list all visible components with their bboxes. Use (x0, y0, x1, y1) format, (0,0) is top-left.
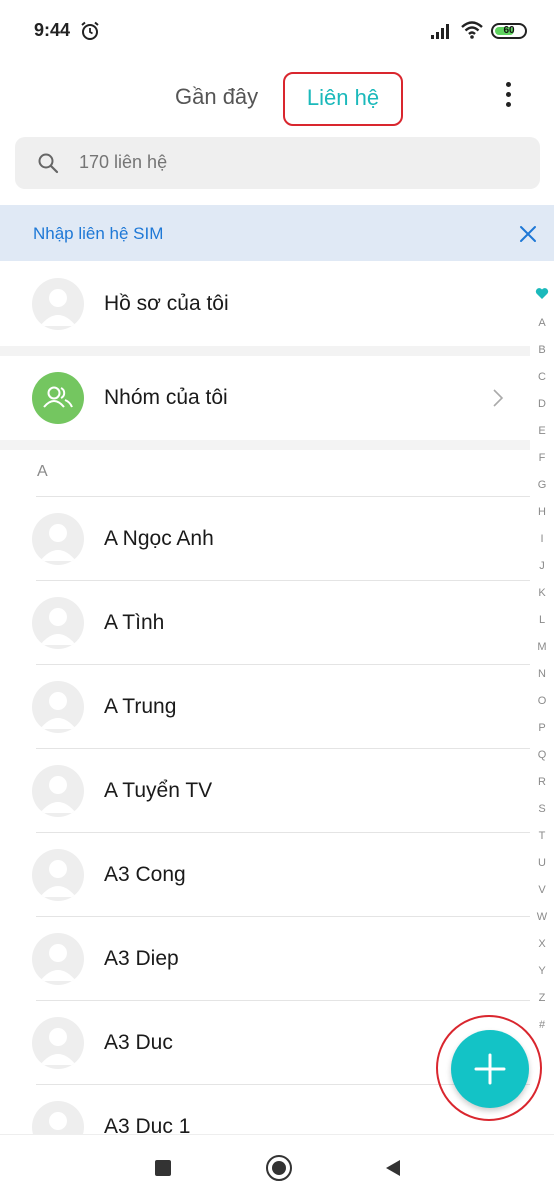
person-icon (40, 1028, 76, 1065)
search-bar[interactable] (15, 137, 540, 189)
contact-name: A3 Diep (104, 947, 179, 970)
person-icon (40, 608, 76, 645)
alphabet-index-letter[interactable]: B (530, 344, 554, 356)
chevron-right-icon (493, 389, 504, 407)
alphabet-index-letter[interactable]: K (530, 587, 554, 599)
alphabet-index-letter[interactable]: F (530, 452, 554, 464)
contact-name: A3 Duc (104, 1031, 173, 1054)
alphabet-index-letter[interactable]: M (530, 641, 554, 653)
contact-name: A3 Cong (104, 863, 186, 886)
alarm-icon (81, 21, 99, 40)
alphabet-index-letter[interactable]: I (530, 533, 554, 545)
status-bar: 9:44 60 (0, 0, 554, 60)
alphabet-index[interactable]: A B C D E F G H I J K L M N O P Q R S T U V W X Y Z # (530, 287, 554, 1037)
alphabet-index-letter[interactable]: S (530, 803, 554, 815)
my-profile-label: Hồ sơ của tôi (104, 292, 229, 315)
avatar (32, 933, 84, 985)
contact-row[interactable]: A3 Cong (0, 833, 530, 917)
sim-import-text[interactable]: Nhập liên hệ SIM (33, 224, 163, 244)
tab-contacts[interactable]: Liên hệ (283, 72, 403, 126)
alphabet-index-letter[interactable]: Q (530, 749, 554, 761)
sim-import-banner[interactable]: Nhập liên hệ SIM (0, 205, 554, 261)
home-icon[interactable] (266, 1155, 292, 1181)
contact-row[interactable]: A Tuyển TV (0, 749, 530, 833)
alphabet-index-letter[interactable]: W (530, 911, 554, 923)
contact-name: A Tình (104, 611, 165, 634)
alphabet-index-letter[interactable]: C (530, 371, 554, 383)
alphabet-index-letter[interactable]: D (530, 398, 554, 410)
person-icon (40, 692, 76, 729)
plus-icon (474, 1053, 506, 1085)
person-icon (40, 944, 76, 981)
avatar (32, 513, 84, 565)
alphabet-index-letter[interactable]: # (530, 1019, 554, 1031)
group-icon (43, 386, 73, 408)
person-icon (40, 289, 76, 326)
section-divider (0, 440, 530, 450)
alphabet-index-letter[interactable]: P (530, 722, 554, 734)
avatar (32, 278, 84, 330)
my-groups-row[interactable]: Nhóm của tôi (0, 356, 530, 440)
alphabet-index-letter[interactable]: T (530, 830, 554, 842)
add-contact-button[interactable] (451, 1030, 529, 1108)
alphabet-index-letter[interactable]: J (530, 560, 554, 572)
person-icon (40, 524, 76, 561)
alphabet-index-letter[interactable]: R (530, 776, 554, 788)
navigation-bar (0, 1134, 554, 1200)
tab-recent[interactable]: Gần đây (175, 84, 258, 110)
recents-icon[interactable] (155, 1160, 171, 1176)
avatar (32, 597, 84, 649)
alphabet-index-letter[interactable]: A (530, 317, 554, 329)
status-time: 9:44 (34, 20, 71, 40)
battery-text: 60 (503, 25, 515, 36)
avatar (32, 849, 84, 901)
group-avatar (32, 372, 84, 424)
alphabet-index-letter[interactable]: L (530, 614, 554, 626)
wifi-icon (461, 21, 483, 39)
alphabet-index-letter[interactable]: X (530, 938, 554, 950)
favorites-heart-icon[interactable] (535, 287, 549, 300)
contact-row[interactable]: A3 Diep (0, 917, 530, 1001)
my-profile-row[interactable]: Hồ sơ của tôi (0, 262, 530, 346)
more-vertical-icon[interactable] (503, 82, 513, 110)
my-groups-label: Nhóm của tôi (104, 386, 228, 409)
battery-icon: 60 (491, 23, 527, 39)
search-icon (38, 153, 59, 174)
alphabet-index-letter[interactable]: O (530, 695, 554, 707)
alphabet-index-letter[interactable]: H (530, 506, 554, 518)
alphabet-index-letter[interactable]: E (530, 425, 554, 437)
person-icon (40, 860, 76, 897)
signal-icon (431, 24, 449, 39)
contact-name: A Tuyển TV (104, 779, 213, 802)
avatar (32, 1017, 84, 1069)
contact-row[interactable]: A Tình (0, 581, 530, 665)
contact-row[interactable]: A Trung (0, 665, 530, 749)
avatar (32, 681, 84, 733)
alphabet-index-letter[interactable]: Y (530, 965, 554, 977)
alphabet-index-letter[interactable]: Z (530, 992, 554, 1004)
back-icon[interactable] (383, 1158, 403, 1178)
alphabet-index-letter[interactable]: V (530, 884, 554, 896)
section-divider (0, 346, 530, 356)
contact-name: A Ngọc Anh (104, 527, 214, 550)
avatar (32, 765, 84, 817)
person-icon (40, 776, 76, 813)
alphabet-index-letter[interactable]: N (530, 668, 554, 680)
section-header-a: A (37, 463, 48, 480)
search-input[interactable] (79, 152, 479, 173)
alphabet-index-letter[interactable]: U (530, 857, 554, 869)
alphabet-index-letter[interactable]: G (530, 479, 554, 491)
contact-name: A Trung (104, 695, 177, 718)
contact-row[interactable]: A Ngọc Anh (0, 497, 530, 581)
close-icon[interactable] (518, 224, 538, 244)
